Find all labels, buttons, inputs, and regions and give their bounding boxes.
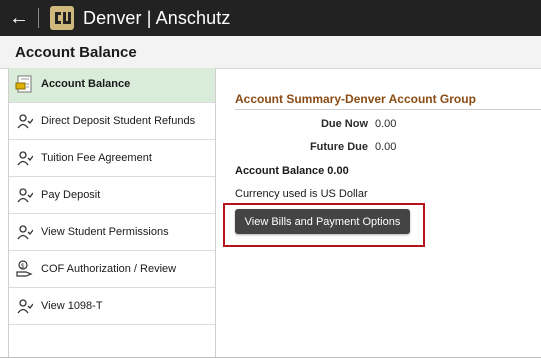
top-bar: ← Denver | Anschutz — [0, 0, 541, 36]
sidebar-item-label: COF Authorization / Review — [41, 263, 177, 275]
sidebar-item-label: Account Balance — [41, 78, 131, 90]
page-title: Account Balance — [15, 43, 137, 61]
hand-money-icon: $ — [12, 260, 38, 278]
future-due-value: 0.00 — [375, 141, 397, 153]
sidebar-item-label: View 1098-T — [41, 300, 103, 312]
person-check-icon — [12, 150, 38, 166]
divider — [38, 8, 39, 28]
cu-logo-icon — [50, 6, 74, 30]
sidebar-item-label: View Student Permissions — [41, 226, 169, 238]
person-check-icon — [12, 224, 38, 240]
sidebar-item-account-balance[interactable]: Account Balance — [9, 68, 215, 103]
sidebar-item-view-1098t[interactable]: View 1098-T — [9, 288, 215, 325]
due-now-row: Due Now 0.00 — [235, 118, 396, 130]
group-title: Account Summary-Denver Account Group — [235, 92, 541, 110]
arrow-left-icon[interactable]: ← — [0, 0, 38, 36]
sidebar-item-student-permissions[interactable]: View Student Permissions — [9, 214, 215, 251]
sidebar-item-label: Pay Deposit — [41, 189, 101, 201]
sidebar-item-cof-authorization[interactable]: $ COF Authorization / Review — [9, 251, 215, 288]
future-due-row: Future Due 0.00 — [235, 141, 396, 153]
sidebar-item-tuition-fee[interactable]: Tuition Fee Agreement — [9, 140, 215, 177]
due-now-value: 0.00 — [375, 118, 397, 130]
account-balance-total: Account Balance 0.00 — [235, 165, 349, 177]
account-balance-icon — [12, 74, 38, 94]
future-due-label: Future Due — [309, 141, 368, 153]
sidebar: Account Balance Direct Deposit Student R… — [8, 68, 216, 358]
currency-note: Currency used is US Dollar — [235, 188, 368, 200]
sidebar-item-direct-deposit[interactable]: Direct Deposit Student Refunds — [9, 103, 215, 140]
app-title: Denver | Anschutz — [83, 7, 231, 28]
sidebar-item-label: Direct Deposit Student Refunds — [41, 115, 196, 127]
sidebar-item-pay-deposit[interactable]: Pay Deposit — [9, 177, 215, 214]
person-check-icon — [12, 113, 38, 129]
person-check-icon — [12, 187, 38, 203]
title-bar: Account Balance — [0, 36, 541, 69]
view-bills-button[interactable]: View Bills and Payment Options — [235, 209, 410, 234]
sidebar-item-label: Tuition Fee Agreement — [41, 152, 152, 164]
due-now-label: Due Now — [320, 118, 368, 130]
person-check-icon — [12, 298, 38, 314]
